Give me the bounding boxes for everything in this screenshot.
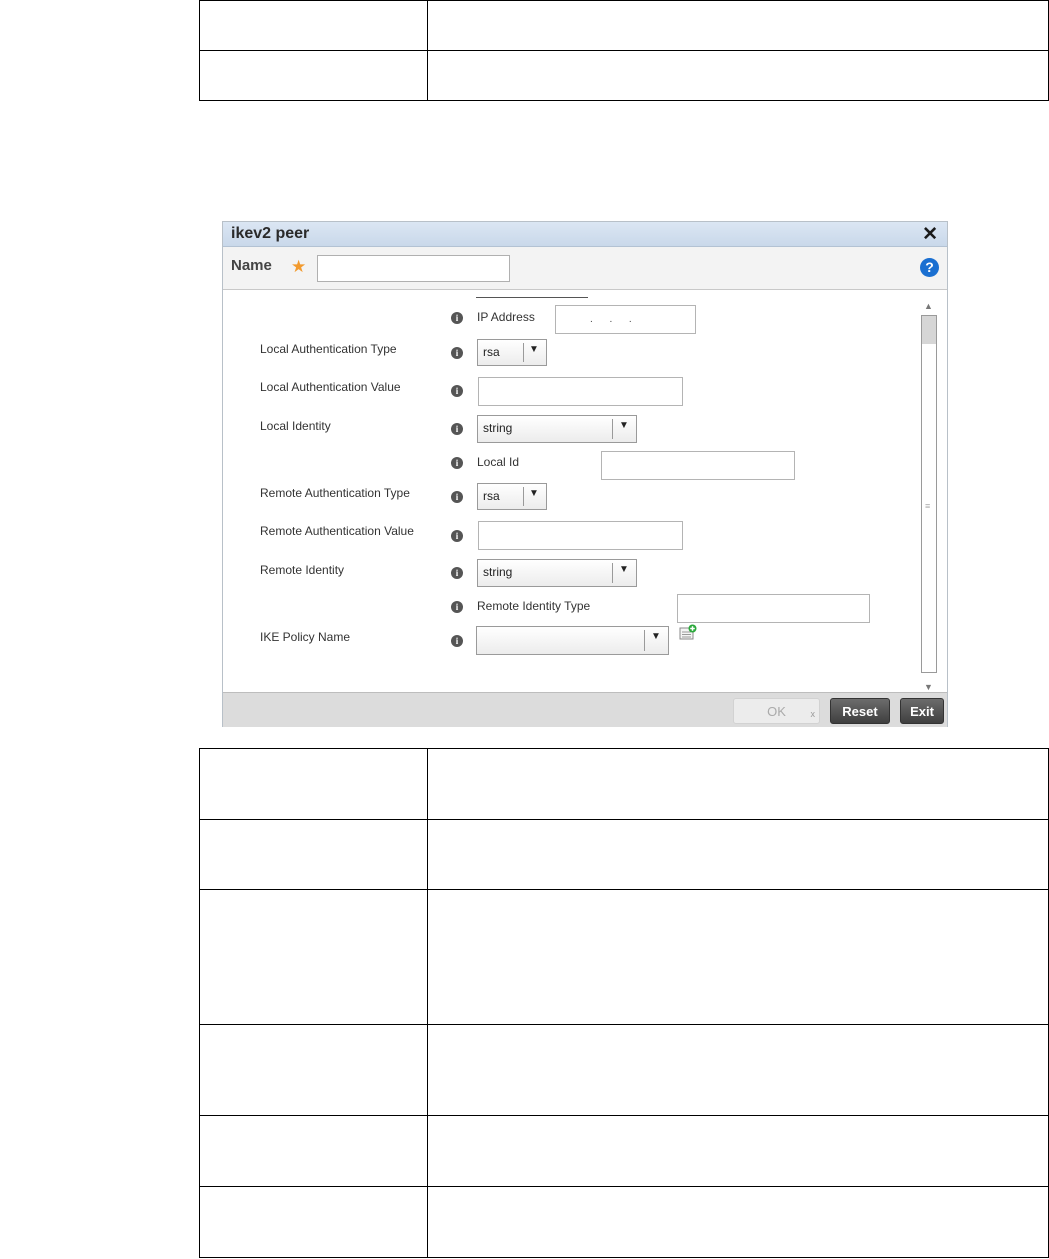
grip-icon: ≡ (925, 501, 931, 511)
info-icon[interactable]: i (451, 530, 463, 542)
help-icon[interactable]: ? (920, 258, 939, 277)
bottom-doc-table (199, 748, 1049, 1258)
ok-label: OK (767, 704, 786, 719)
ike-policy-name-label: IKE Policy Name (260, 630, 351, 644)
ike-policy-name-select[interactable]: ▼ (476, 626, 669, 655)
table-cell (199, 819, 428, 890)
table-cell (427, 50, 1049, 101)
table-cell (427, 1024, 1049, 1116)
divider (523, 343, 524, 362)
clear-icon: x (810, 709, 816, 719)
divider (612, 563, 613, 583)
chevron-down-icon: ▼ (529, 344, 539, 355)
info-icon[interactable]: i (451, 567, 463, 579)
scroll-up-icon[interactable]: ▲ (924, 301, 933, 311)
remote-identity-select[interactable]: string ▼ (477, 559, 637, 587)
info-icon[interactable]: i (451, 457, 463, 469)
vertical-scrollbar[interactable]: ▲ ≡ ▼ (921, 298, 938, 692)
dialog-titlebar: ikev2 peer ✕ (223, 222, 947, 247)
selected-value: string (483, 421, 513, 435)
local-auth-type-label: Local Authentication Type (260, 342, 397, 356)
remote-auth-type-label: Remote Authentication Type (260, 486, 410, 500)
name-label: Name (231, 257, 272, 274)
info-icon[interactable]: i (451, 423, 463, 435)
table-cell (427, 1115, 1049, 1187)
info-icon[interactable]: i (451, 347, 463, 359)
chevron-down-icon: ▼ (651, 631, 661, 642)
local-id-label: Local Id (477, 455, 520, 469)
remote-identity-type-input[interactable] (677, 594, 870, 623)
local-identity-label: Local Identity (260, 419, 331, 433)
divider (612, 419, 613, 439)
ok-button[interactable]: OK x (733, 698, 820, 724)
table-cell (199, 1186, 428, 1258)
reset-button[interactable]: Reset (830, 698, 890, 724)
local-auth-type-select[interactable]: rsa ▼ (477, 339, 547, 366)
info-icon[interactable]: i (451, 385, 463, 397)
divider (476, 297, 588, 298)
dialog-body: i IP Address . . . Local Authentication … (223, 290, 947, 692)
divider (644, 630, 645, 651)
chevron-down-icon: ▼ (619, 564, 629, 575)
scroll-track[interactable]: ≡ (921, 315, 937, 673)
info-icon[interactable]: i (451, 312, 463, 324)
remote-auth-value-label: Remote Authentication Value (260, 524, 414, 538)
selected-value: string (483, 565, 513, 579)
table-cell (427, 748, 1049, 820)
local-id-input[interactable] (601, 451, 795, 480)
ip-address-input[interactable]: . . . (555, 305, 696, 334)
close-icon[interactable]: ✕ (922, 223, 938, 246)
scroll-down-icon[interactable]: ▼ (924, 682, 933, 692)
info-icon[interactable]: i (451, 635, 463, 647)
local-identity-select[interactable]: string ▼ (477, 415, 637, 443)
table-cell (427, 0, 1049, 51)
remote-auth-type-select[interactable]: rsa ▼ (477, 483, 547, 510)
remote-identity-type-label: Remote Identity Type (477, 599, 591, 613)
dialog-title: ikev2 peer (231, 225, 310, 242)
chevron-down-icon: ▼ (529, 488, 539, 499)
table-cell (199, 1115, 428, 1187)
info-icon[interactable]: i (451, 491, 463, 503)
local-auth-value-label: Local Authentication Value (260, 380, 401, 394)
ikev2-peer-dialog: ikev2 peer ✕ Name ★ ? i IP Address . . .… (222, 221, 948, 727)
selected-value: rsa (483, 489, 500, 503)
divider (523, 487, 524, 506)
chevron-down-icon: ▼ (619, 420, 629, 431)
table-cell (427, 1186, 1049, 1258)
table-cell (427, 889, 1049, 1025)
table-cell (199, 0, 428, 51)
local-auth-value-input[interactable] (478, 377, 683, 406)
table-cell (199, 889, 428, 1025)
info-icon[interactable]: i (451, 601, 463, 613)
name-input[interactable] (317, 255, 510, 282)
remote-auth-value-input[interactable] (478, 521, 683, 550)
ip-address-value: . . . (590, 314, 632, 325)
selected-value: rsa (483, 345, 500, 359)
ip-address-label: IP Address (477, 310, 535, 324)
exit-button[interactable]: Exit (900, 698, 944, 724)
add-policy-icon[interactable] (679, 624, 697, 640)
dialog-footer: OK x Reset Exit (223, 692, 947, 727)
remote-identity-label: Remote Identity (260, 563, 345, 577)
scroll-thumb[interactable] (922, 316, 936, 344)
required-star-icon: ★ (291, 257, 307, 276)
table-cell (199, 1024, 428, 1116)
table-cell (199, 50, 428, 101)
table-cell (427, 819, 1049, 890)
name-bar: Name ★ ? (223, 247, 947, 290)
table-cell (199, 748, 428, 820)
top-doc-table (199, 0, 1049, 101)
